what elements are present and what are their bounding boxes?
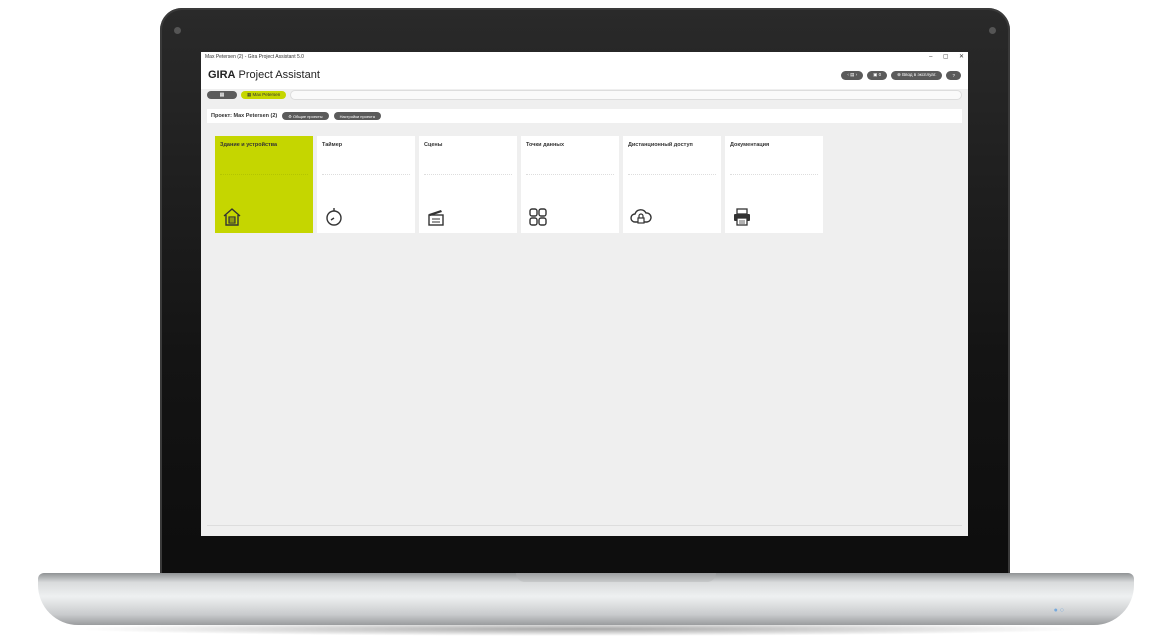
close-button[interactable]: ✕: [959, 54, 964, 60]
breadcrumb: ▦ ▦ Max Petersen: [207, 89, 962, 100]
commission-button[interactable]: ⊕ Ввод в эксплуат.: [891, 70, 943, 80]
base-notch: [516, 573, 716, 582]
tile-divider: [424, 174, 512, 175]
tile-divider: [322, 174, 410, 175]
shared-projects-button[interactable]: ⚙ Общие проекты: [282, 112, 329, 120]
status-leds: ● ○: [1053, 607, 1064, 614]
project-bar: Проект: Max Petersen (2) ⚙ Общие проекты…: [207, 109, 962, 123]
header-toolbar: ‹ ▤ › ▣ 0 ⊕ Ввод в эксплуат. ?: [841, 70, 961, 80]
cloud-lock-icon: [630, 209, 652, 224]
tile-scenes[interactable]: Сцены: [419, 136, 517, 233]
breadcrumb-home-button[interactable]: ▦: [207, 90, 237, 99]
minimize-button[interactable]: –: [929, 54, 932, 60]
project-title: Проект: Max Petersen (2): [211, 113, 278, 119]
lid-screw-right: [989, 27, 996, 34]
tile-timer[interactable]: Таймер: [317, 136, 415, 233]
tile-divider: [628, 174, 716, 175]
devices-button[interactable]: ▣ 0: [867, 70, 888, 80]
lid-screw-left: [174, 27, 181, 34]
tile-label: Сцены: [424, 142, 443, 148]
breadcrumb-project[interactable]: ▦ Max Petersen: [241, 90, 287, 99]
timer-icon: [326, 208, 342, 226]
app-logo: GIRA Project Assistant: [208, 69, 320, 81]
printer-icon: [734, 208, 750, 226]
scene-clapper-icon: [428, 210, 444, 226]
app-screen: Max Petersen (2) - Gira Project Assistan…: [201, 52, 968, 536]
window-titlebar: Max Petersen (2) - Gira Project Assistan…: [201, 52, 968, 61]
building-icon: [223, 208, 241, 226]
breadcrumb-track: [290, 89, 962, 100]
tile-label: Таймер: [322, 142, 343, 148]
tile-grid: Здание и устройства Таймер Сцены Точки д…: [215, 136, 823, 233]
tile-label: Дистанционный доступ: [628, 142, 693, 148]
tile-divider: [220, 174, 308, 175]
tile-datapoints[interactable]: Точки данных: [521, 136, 619, 233]
help-button[interactable]: ?: [946, 70, 961, 80]
window-title: Max Petersen (2) - Gira Project Assistan…: [205, 53, 304, 60]
window-controls: – ▢ ✕: [920, 53, 964, 60]
tile-remote-access[interactable]: Дистанционный доступ: [623, 136, 721, 233]
laptop-base: ● ○: [38, 573, 1134, 625]
tile-label: Здание и устройства: [220, 142, 278, 148]
tile-label: Точки данных: [526, 142, 565, 148]
maximize-button[interactable]: ▢: [943, 54, 949, 60]
tile-divider: [526, 174, 614, 175]
footer-divider: [207, 525, 962, 526]
datapoints-icon: [529, 208, 547, 226]
project-settings-button[interactable]: Настройки проекта: [333, 112, 381, 120]
nav-button[interactable]: ‹ ▤ ›: [841, 70, 864, 80]
app-header: GIRA Project Assistant ‹ ▤ › ▣ 0 ⊕ Ввод …: [201, 61, 968, 89]
tile-building-devices[interactable]: Здание и устройства: [215, 136, 313, 233]
tile-divider: [730, 174, 818, 175]
tile-label: Документация: [730, 142, 770, 148]
tile-documentation[interactable]: Документация: [725, 136, 823, 233]
